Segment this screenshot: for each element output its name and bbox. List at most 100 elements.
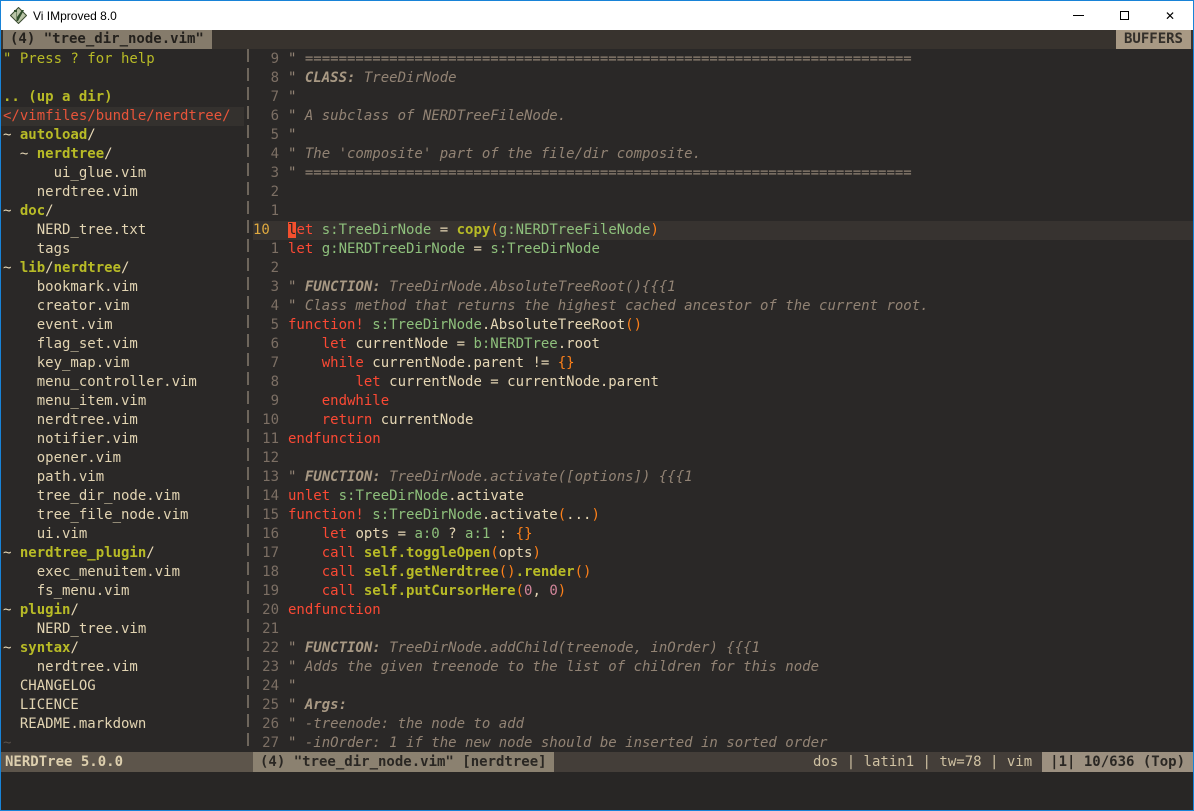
code-line[interactable]: 7"	[253, 88, 1193, 107]
tree-file[interactable]: tree_file_node.vim	[1, 506, 244, 525]
tree-file[interactable]: flag_set.vim	[1, 335, 244, 354]
tree-file[interactable]: tree_dir_node.vim	[1, 487, 244, 506]
maximize-button[interactable]	[1101, 1, 1147, 30]
tree-file[interactable]: README.markdown	[1, 715, 244, 734]
tree-dir-nerdtree[interactable]: ~ nerdtree/	[1, 145, 244, 164]
code-line[interactable]: 12	[253, 449, 1193, 468]
tree-file[interactable]: creator.vim	[1, 297, 244, 316]
code-line[interactable]: 21	[253, 620, 1193, 639]
code-line[interactable]: 7 while currentNode.parent != {}	[253, 354, 1193, 373]
code-line[interactable]: 10 return currentNode	[253, 411, 1193, 430]
code-text: endfunction	[288, 601, 381, 620]
code-line[interactable]: 14unlet s:TreeDirNode.activate	[253, 487, 1193, 506]
code-line[interactable]: 9" =====================================…	[253, 50, 1193, 69]
code-line[interactable]: 26" -treenode: the node to add	[253, 715, 1193, 734]
line-number: 10	[253, 221, 279, 240]
code-line[interactable]: 18 call self.getNerdtree().render()	[253, 563, 1193, 582]
tab-tree-dir-node[interactable]: (4) "tree_dir_node.vim"	[3, 30, 212, 49]
code-line[interactable]: 9 endwhile	[253, 392, 1193, 411]
command-line[interactable]	[1, 772, 1193, 810]
code-line[interactable]: 6 let currentNode = b:NERDTree.root	[253, 335, 1193, 354]
code-text: " CLASS: TreeDirNode	[288, 69, 457, 88]
gutter-gap	[279, 202, 288, 221]
tree-root[interactable]: </vimfiles/bundle/nerdtree/	[1, 107, 244, 126]
gutter-gap	[279, 183, 288, 202]
code-line[interactable]: 3" =====================================…	[253, 164, 1193, 183]
tree-file[interactable]: bookmark.vim	[1, 278, 244, 297]
code-line[interactable]: 27" -inOrder: 1 if the new node should b…	[253, 734, 1193, 752]
close-button[interactable]: ✕	[1147, 1, 1193, 30]
code-line[interactable]: 20endfunction	[253, 601, 1193, 620]
tree-file[interactable]: path.vim	[1, 468, 244, 487]
line-number: 21	[253, 620, 279, 639]
tk-k-token: unlet	[288, 488, 330, 504]
code-line[interactable]: 6" A subclass of NERDTreeFileNode.	[253, 107, 1193, 126]
code-line[interactable]: 24"	[253, 677, 1193, 696]
tree-file[interactable]: opener.vim	[1, 449, 244, 468]
code-line[interactable]: 15function! s:TreeDirNode.activate(...)	[253, 506, 1193, 525]
code-line[interactable]: 8" CLASS: TreeDirNode	[253, 69, 1193, 88]
line-number: 8	[253, 373, 279, 392]
tree-dir-syntax[interactable]: ~ syntax/	[1, 639, 244, 658]
tree-file[interactable]: ui.vim	[1, 525, 244, 544]
code-line-current[interactable]: 10let s:TreeDirNode = copy(g:NERDTreeFil…	[253, 221, 1193, 240]
tk-t-token	[355, 583, 363, 599]
tree-file[interactable]: CHANGELOG	[1, 677, 244, 696]
tk-k-token: call	[322, 545, 356, 561]
tree-file[interactable]: tags	[1, 240, 244, 259]
tree-dir-nerdtree-plugin[interactable]: ~ nerdtree_plugin/	[1, 544, 244, 563]
tree-dir-autoload[interactable]: ~ autoload/	[1, 126, 244, 145]
tree-file[interactable]: fs_menu.vim	[1, 582, 244, 601]
code-line[interactable]: 2	[253, 183, 1193, 202]
code-line[interactable]: 2	[253, 259, 1193, 278]
code-line[interactable]: 1let g:NERDTreeDirNode = s:TreeDirNode	[253, 240, 1193, 259]
code-line[interactable]: 8 let currentNode = currentNode.parent	[253, 373, 1193, 392]
tree-file[interactable]: NERD_tree.txt	[1, 221, 244, 240]
code-line[interactable]: 1	[253, 202, 1193, 221]
tree-file[interactable]: NERD_tree.vim	[1, 620, 244, 639]
buffers-label[interactable]: BUFFERS	[1116, 30, 1191, 49]
line-number: 6	[253, 335, 279, 354]
code-line[interactable]: 13" FUNCTION: TreeDirNode.activate([opti…	[253, 468, 1193, 487]
window-split-separator[interactable]	[244, 49, 253, 752]
code-line[interactable]: 11endfunction	[253, 430, 1193, 449]
tree-dir-doc[interactable]: ~ doc/	[1, 202, 244, 221]
tree-file[interactable]: nerdtree.vim	[1, 411, 244, 430]
tree-file[interactable]: event.vim	[1, 316, 244, 335]
code-line[interactable]: 5"	[253, 126, 1193, 145]
tree-filler[interactable]: ~	[1, 734, 244, 752]
code-line[interactable]: 19 call self.putCursorHere(0, 0)	[253, 582, 1193, 601]
tree-file[interactable]: ui_glue.vim	[1, 164, 244, 183]
tree-help[interactable]: " Press ? for help	[1, 50, 244, 69]
tk-t-token	[355, 545, 363, 561]
tree-dir-lib-nerdtree[interactable]: ~ lib/nerdtree/	[1, 259, 244, 278]
code-text: " ======================================…	[288, 50, 912, 69]
code-line[interactable]: 4" Class method that returns the highest…	[253, 297, 1193, 316]
tk-d-token: ()	[575, 564, 592, 580]
code-line[interactable]: 25" Args:	[253, 696, 1193, 715]
tk-t-token: ?	[440, 526, 465, 542]
nt-slash-token: /	[146, 545, 154, 561]
tree-file[interactable]: exec_menuitem.vim	[1, 563, 244, 582]
code-line[interactable]: 16 let opts = a:0 ? a:1 : {}	[253, 525, 1193, 544]
tree-file[interactable]: notifier.vim	[1, 430, 244, 449]
tree-blank[interactable]	[1, 69, 244, 88]
tree-file[interactable]: nerdtree.vim	[1, 183, 244, 202]
tree-up-dir[interactable]: .. (up a dir)	[1, 88, 244, 107]
minimize-button[interactable]	[1055, 1, 1101, 30]
code-line[interactable]: 22" FUNCTION: TreeDirNode.addChild(treen…	[253, 639, 1193, 658]
tree-file[interactable]: menu_item.vim	[1, 392, 244, 411]
tree-file[interactable]: LICENCE	[1, 696, 244, 715]
nt-arrow-token: ~	[3, 127, 20, 143]
tree-file[interactable]: key_map.vim	[1, 354, 244, 373]
tk-d-token: )	[591, 507, 599, 523]
tree-dir-plugin[interactable]: ~ plugin/	[1, 601, 244, 620]
tree-file[interactable]: nerdtree.vim	[1, 658, 244, 677]
code-line[interactable]: 4" The 'composite' part of the file/dir …	[253, 145, 1193, 164]
code-line[interactable]: 23" Adds the given treenode to the list …	[253, 658, 1193, 677]
code-line[interactable]: 3" FUNCTION: TreeDirNode.AbsoluteTreeRoo…	[253, 278, 1193, 297]
code-line[interactable]: 17 call self.toggleOpen(opts)	[253, 544, 1193, 563]
code-line[interactable]: 5function! s:TreeDirNode.AbsoluteTreeRoo…	[253, 316, 1193, 335]
tree-file[interactable]: menu_controller.vim	[1, 373, 244, 392]
tk-t-token	[313, 241, 321, 257]
